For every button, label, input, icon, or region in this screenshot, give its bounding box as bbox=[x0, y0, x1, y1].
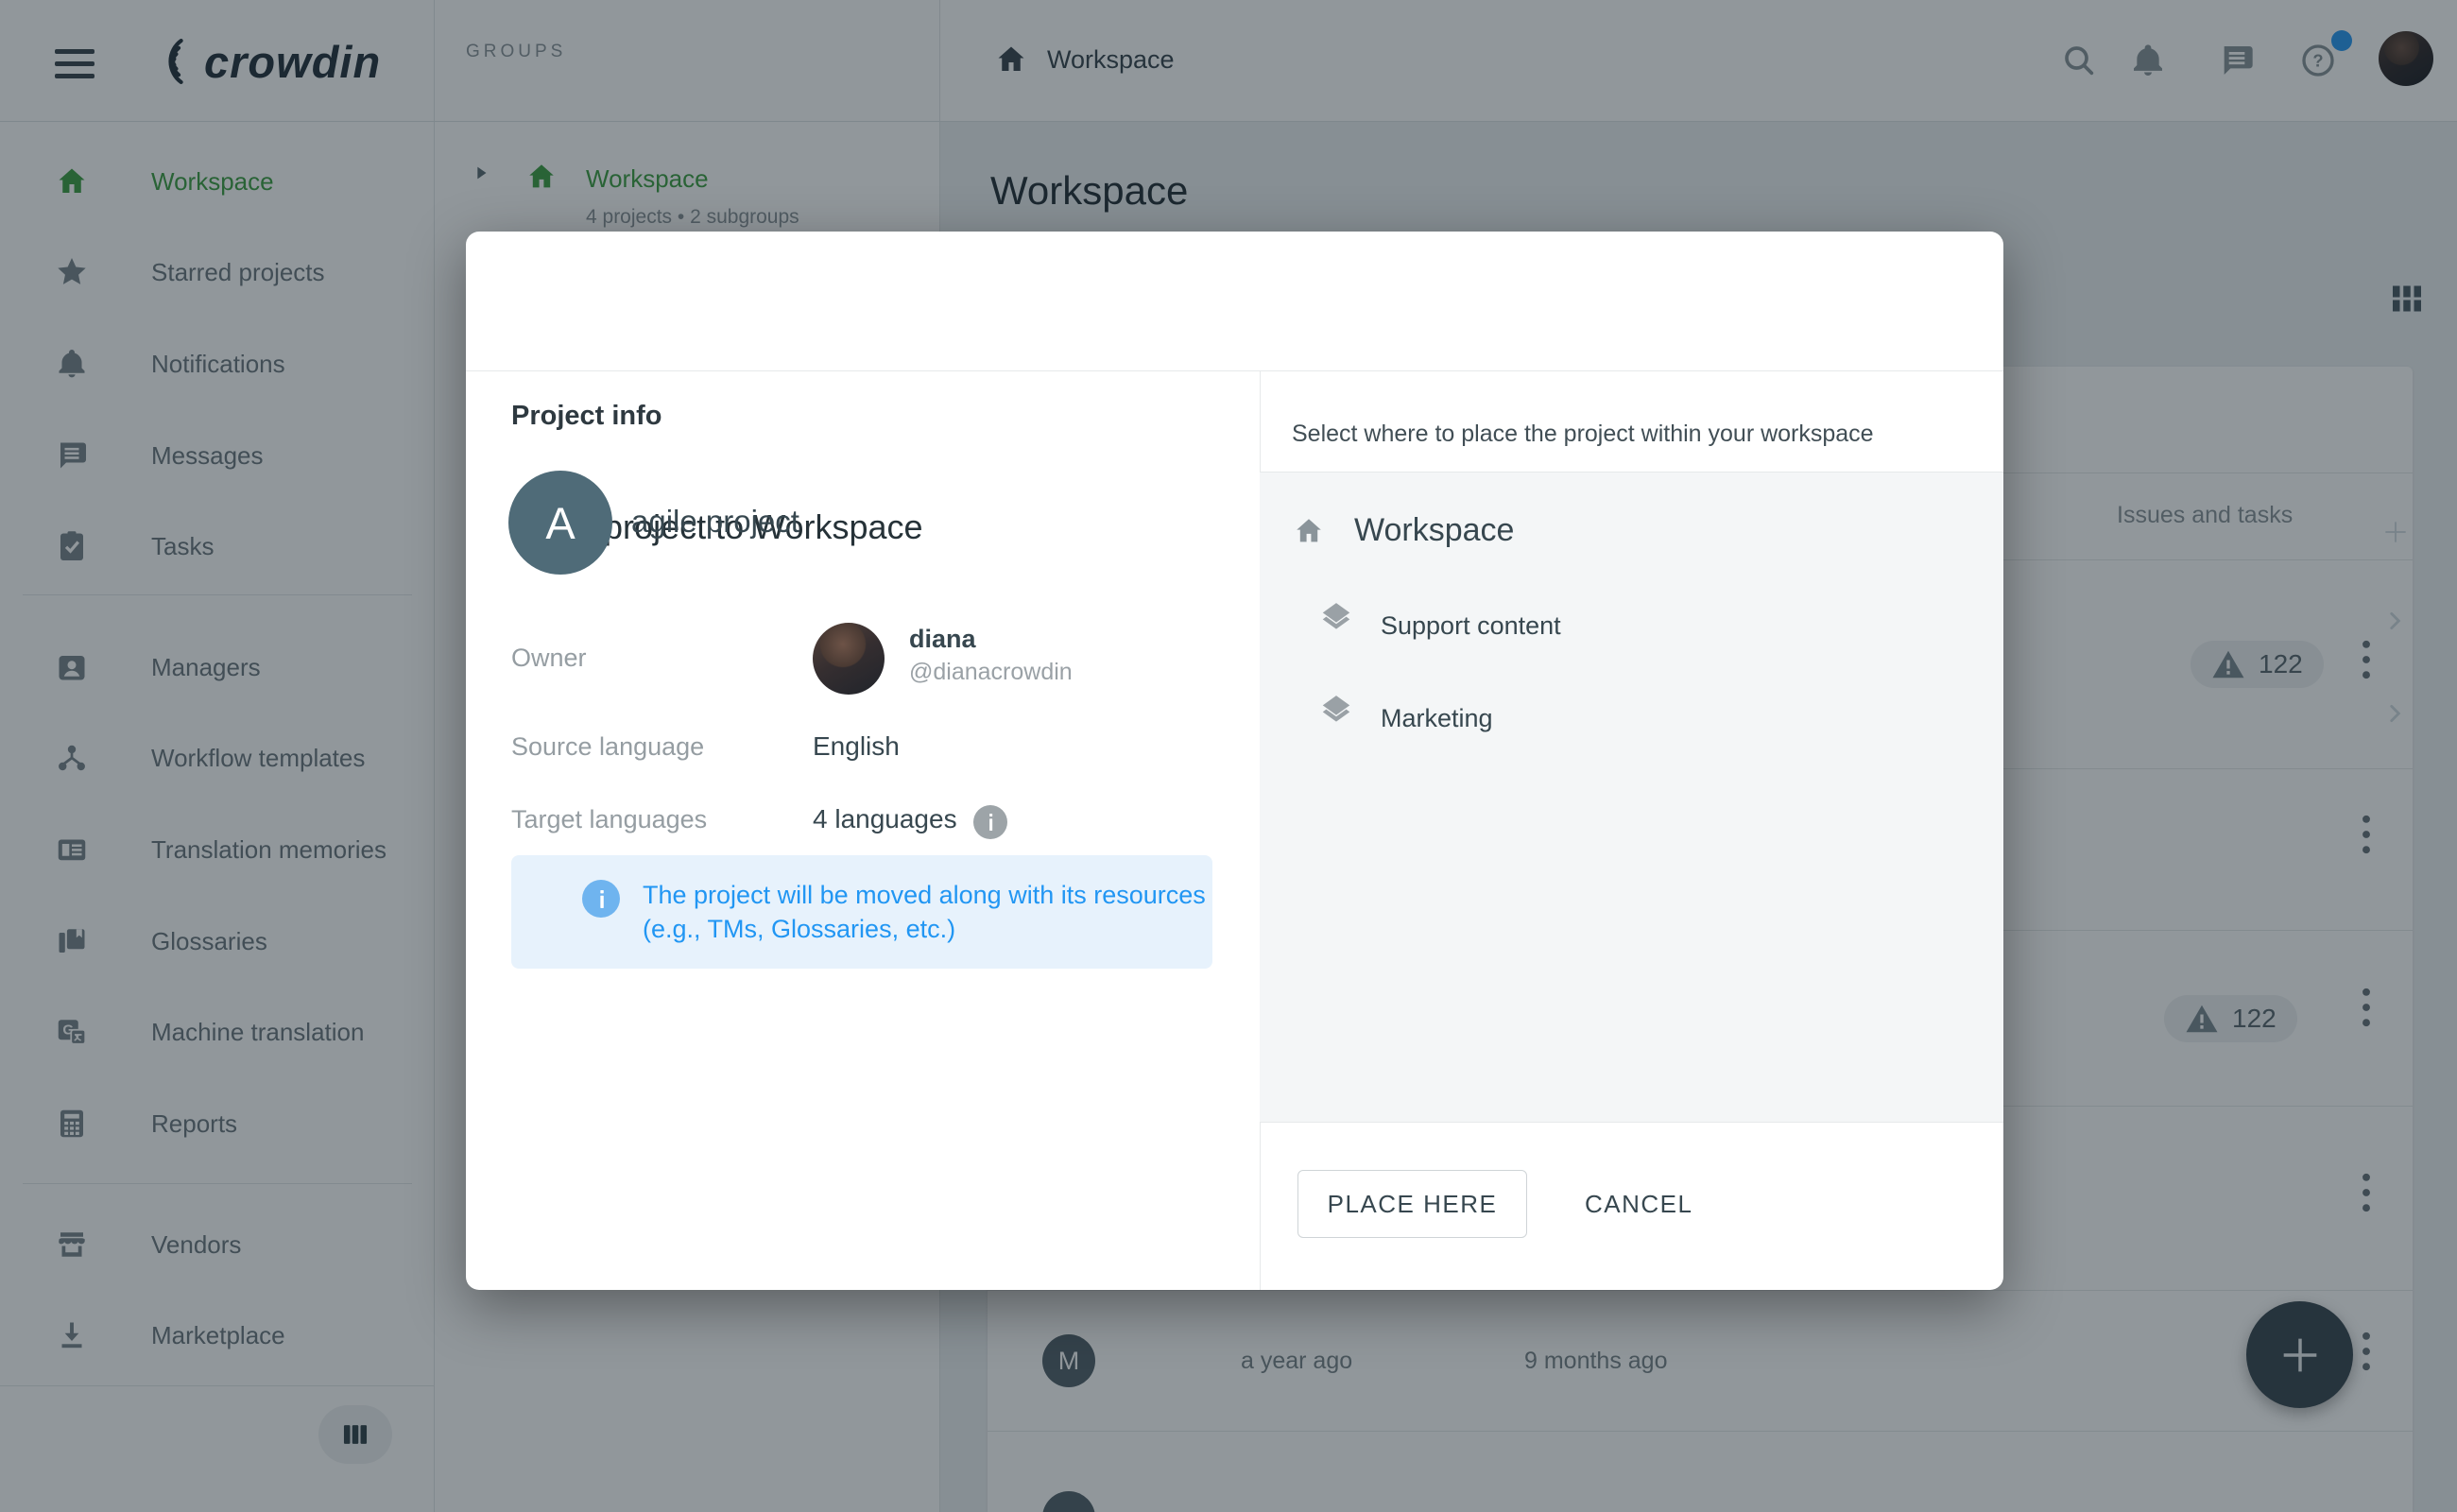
tree-group-support-content[interactable]: Support content bbox=[1381, 611, 1561, 641]
workspace-home-icon bbox=[1293, 515, 1325, 547]
modal-header-divider bbox=[466, 370, 2003, 371]
owner-handle: @dianacrowdin bbox=[909, 659, 1073, 686]
chevron-right-icon[interactable] bbox=[2382, 701, 2407, 726]
source-language-label: Source language bbox=[511, 732, 704, 762]
layers-icon bbox=[1318, 598, 1354, 634]
layers-icon bbox=[1318, 691, 1354, 727]
info-alert: The project will be moved along with its… bbox=[511, 855, 1212, 969]
project-letter-avatar: A bbox=[508, 471, 612, 575]
project-info-title: Project info bbox=[511, 401, 662, 432]
project-name: agile project bbox=[631, 504, 799, 540]
tree-root-workspace[interactable]: Workspace bbox=[1354, 512, 1514, 549]
app: crowdin Workspace Starred projects Notif… bbox=[0, 0, 2457, 1512]
cancel-button[interactable]: CANCEL bbox=[1566, 1170, 1711, 1238]
placement-prompt: Select where to place the project within… bbox=[1292, 421, 1874, 448]
info-icon bbox=[582, 880, 620, 918]
owner-label: Owner bbox=[511, 644, 587, 673]
target-languages-value: 4 languages bbox=[813, 804, 957, 834]
add-group-plus-icon[interactable] bbox=[2380, 517, 2411, 547]
move-project-modal: Move project to Workspace Project info A… bbox=[466, 232, 2003, 1290]
target-languages-info-icon[interactable] bbox=[973, 805, 1007, 839]
placement-tree: Workspace Support content Marketing bbox=[1260, 472, 2003, 1122]
owner-name: diana bbox=[909, 625, 976, 654]
tree-group-marketing[interactable]: Marketing bbox=[1381, 704, 1493, 733]
owner-avatar bbox=[813, 623, 885, 695]
info-alert-text: The project will be moved along with its… bbox=[643, 878, 1210, 946]
target-languages-label: Target languages bbox=[511, 805, 707, 834]
place-here-button[interactable]: PLACE HERE bbox=[1297, 1170, 1527, 1238]
footer-divider bbox=[1260, 1122, 2003, 1123]
source-language-value: English bbox=[813, 731, 900, 762]
chevron-right-icon[interactable] bbox=[2382, 609, 2407, 633]
